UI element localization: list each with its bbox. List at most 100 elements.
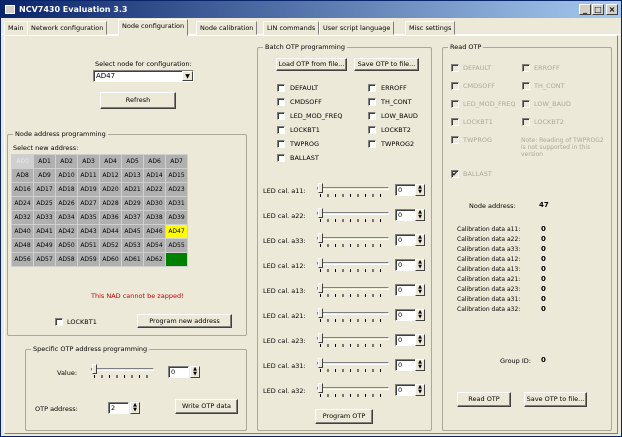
- address-cell[interactable]: AD12: [99, 168, 122, 183]
- batch-checkbox[interactable]: [277, 140, 285, 148]
- slider-thumb[interactable]: [318, 233, 323, 243]
- spin-arrows-icon[interactable]: ▲ ▼: [415, 284, 425, 296]
- batch-checkbox[interactable]: [277, 98, 285, 106]
- led-cal-field[interactable]: 0: [395, 209, 416, 221]
- address-cell[interactable]: AD9: [33, 168, 56, 183]
- tab-node-calibration[interactable]: Node calibration: [196, 21, 258, 35]
- spin-arrows-icon[interactable]: ▲ ▼: [415, 309, 425, 321]
- otp-address-field[interactable]: 2: [108, 402, 129, 414]
- spin-arrows-icon[interactable]: ▲ ▼: [415, 184, 425, 196]
- address-cell[interactable]: AD28: [99, 196, 122, 211]
- address-cell[interactable]: AD45: [121, 224, 144, 239]
- address-cell[interactable]: AD63: [165, 252, 188, 267]
- led-cal-field[interactable]: 0: [395, 259, 416, 271]
- address-cell[interactable]: AD50: [55, 238, 78, 253]
- node-select[interactable]: AD47 ▼: [93, 70, 194, 82]
- slider-thumb[interactable]: [92, 364, 97, 374]
- address-cell[interactable]: AD55: [165, 238, 188, 253]
- batch-checkbox[interactable]: [277, 126, 285, 134]
- address-cell[interactable]: AD16: [11, 182, 34, 197]
- address-cell[interactable]: AD17: [33, 182, 56, 197]
- address-cell[interactable]: AD3: [77, 154, 100, 169]
- led-cal-field[interactable]: 0: [395, 309, 416, 321]
- led-cal-slider[interactable]: [317, 183, 389, 198]
- value-slider[interactable]: [91, 364, 154, 379]
- address-cell[interactable]: AD48: [11, 238, 34, 253]
- slider-thumb[interactable]: [318, 183, 323, 193]
- address-cell[interactable]: AD7: [165, 154, 188, 169]
- address-cell[interactable]: AD42: [55, 224, 78, 239]
- spin-arrows-icon[interactable]: ▲ ▼: [415, 234, 425, 246]
- spin-arrows-icon[interactable]: ▲ ▼: [190, 366, 200, 378]
- address-cell[interactable]: AD47: [165, 224, 188, 239]
- slider-thumb[interactable]: [318, 258, 323, 268]
- led-cal-field[interactable]: 0: [395, 384, 416, 396]
- led-cal-field[interactable]: 0: [395, 334, 416, 346]
- batch-checkbox[interactable]: [277, 154, 285, 162]
- led-cal-slider[interactable]: [317, 208, 389, 223]
- address-cell[interactable]: AD57: [33, 252, 56, 267]
- slider-thumb[interactable]: [318, 308, 323, 318]
- address-cell[interactable]: AD23: [165, 182, 188, 197]
- led-cal-field[interactable]: 0: [395, 284, 416, 296]
- address-cell[interactable]: AD41: [33, 224, 56, 239]
- address-cell[interactable]: AD36: [99, 210, 122, 225]
- led-cal-field[interactable]: 0: [395, 234, 416, 246]
- tab-misc-settings[interactable]: Misc settings: [405, 21, 456, 35]
- led-cal-field[interactable]: 0: [395, 359, 416, 371]
- program-otp-button[interactable]: Program OTP: [315, 409, 373, 424]
- address-cell[interactable]: AD20: [99, 182, 122, 197]
- program-new-address-button[interactable]: Program new address: [137, 314, 232, 328]
- address-cell[interactable]: AD44: [99, 224, 122, 239]
- led-cal-slider[interactable]: [317, 308, 389, 323]
- read-otp-button[interactable]: Read OTP: [457, 392, 511, 407]
- batch-checkbox[interactable]: [368, 98, 376, 106]
- spin-arrows-icon[interactable]: ▲ ▼: [415, 209, 425, 221]
- slider-thumb[interactable]: [318, 208, 323, 218]
- batch-checkbox[interactable]: [368, 112, 376, 120]
- minimize-button[interactable]: _: [579, 4, 591, 15]
- spin-arrows-icon[interactable]: ▲ ▼: [130, 402, 140, 414]
- batch-checkbox[interactable]: [368, 126, 376, 134]
- batch-checkbox[interactable]: [368, 140, 376, 148]
- led-cal-slider[interactable]: [317, 333, 389, 348]
- address-cell[interactable]: AD34: [55, 210, 78, 225]
- tab-network-configuration[interactable]: Network configuration: [27, 21, 108, 35]
- address-cell[interactable]: AD2: [55, 154, 78, 169]
- address-cell[interactable]: AD27: [77, 196, 100, 211]
- maximize-button[interactable]: □: [592, 4, 604, 15]
- batch-checkbox[interactable]: [368, 84, 376, 92]
- address-cell[interactable]: AD59: [77, 252, 100, 267]
- tab-node-configuration[interactable]: Node configuration: [118, 19, 189, 36]
- address-cell[interactable]: AD5: [121, 154, 144, 169]
- led-cal-slider[interactable]: [317, 383, 389, 398]
- spin-arrows-icon[interactable]: ▲ ▼: [415, 334, 425, 346]
- address-cell[interactable]: AD62: [143, 252, 166, 267]
- address-cell[interactable]: AD24: [11, 196, 34, 211]
- address-cell[interactable]: AD0: [11, 154, 34, 169]
- address-cell[interactable]: AD11: [77, 168, 100, 183]
- address-cell[interactable]: AD31: [165, 196, 188, 211]
- slider-thumb[interactable]: [318, 358, 323, 368]
- led-cal-slider[interactable]: [317, 283, 389, 298]
- address-cell[interactable]: AD40: [11, 224, 34, 239]
- address-cell[interactable]: AD32: [11, 210, 34, 225]
- address-cell[interactable]: AD60: [99, 252, 122, 267]
- address-cell[interactable]: AD13: [121, 168, 144, 183]
- address-cell[interactable]: AD58: [55, 252, 78, 267]
- address-cell[interactable]: AD53: [121, 238, 144, 253]
- value-field[interactable]: 0: [168, 366, 189, 378]
- address-cell[interactable]: AD54: [143, 238, 166, 253]
- spin-arrows-icon[interactable]: ▲ ▼: [415, 259, 425, 271]
- address-cell[interactable]: AD10: [55, 168, 78, 183]
- address-cell[interactable]: AD25: [33, 196, 56, 211]
- save-otp-button[interactable]: Save OTP to file...: [354, 58, 419, 71]
- address-cell[interactable]: AD8: [11, 168, 34, 183]
- address-cell[interactable]: AD26: [55, 196, 78, 211]
- address-cell[interactable]: AD1: [33, 154, 56, 169]
- led-cal-slider[interactable]: [317, 233, 389, 248]
- tab-main[interactable]: Main: [4, 21, 28, 35]
- address-cell[interactable]: AD29: [121, 196, 144, 211]
- slider-thumb[interactable]: [318, 333, 323, 343]
- address-cell[interactable]: AD33: [33, 210, 56, 225]
